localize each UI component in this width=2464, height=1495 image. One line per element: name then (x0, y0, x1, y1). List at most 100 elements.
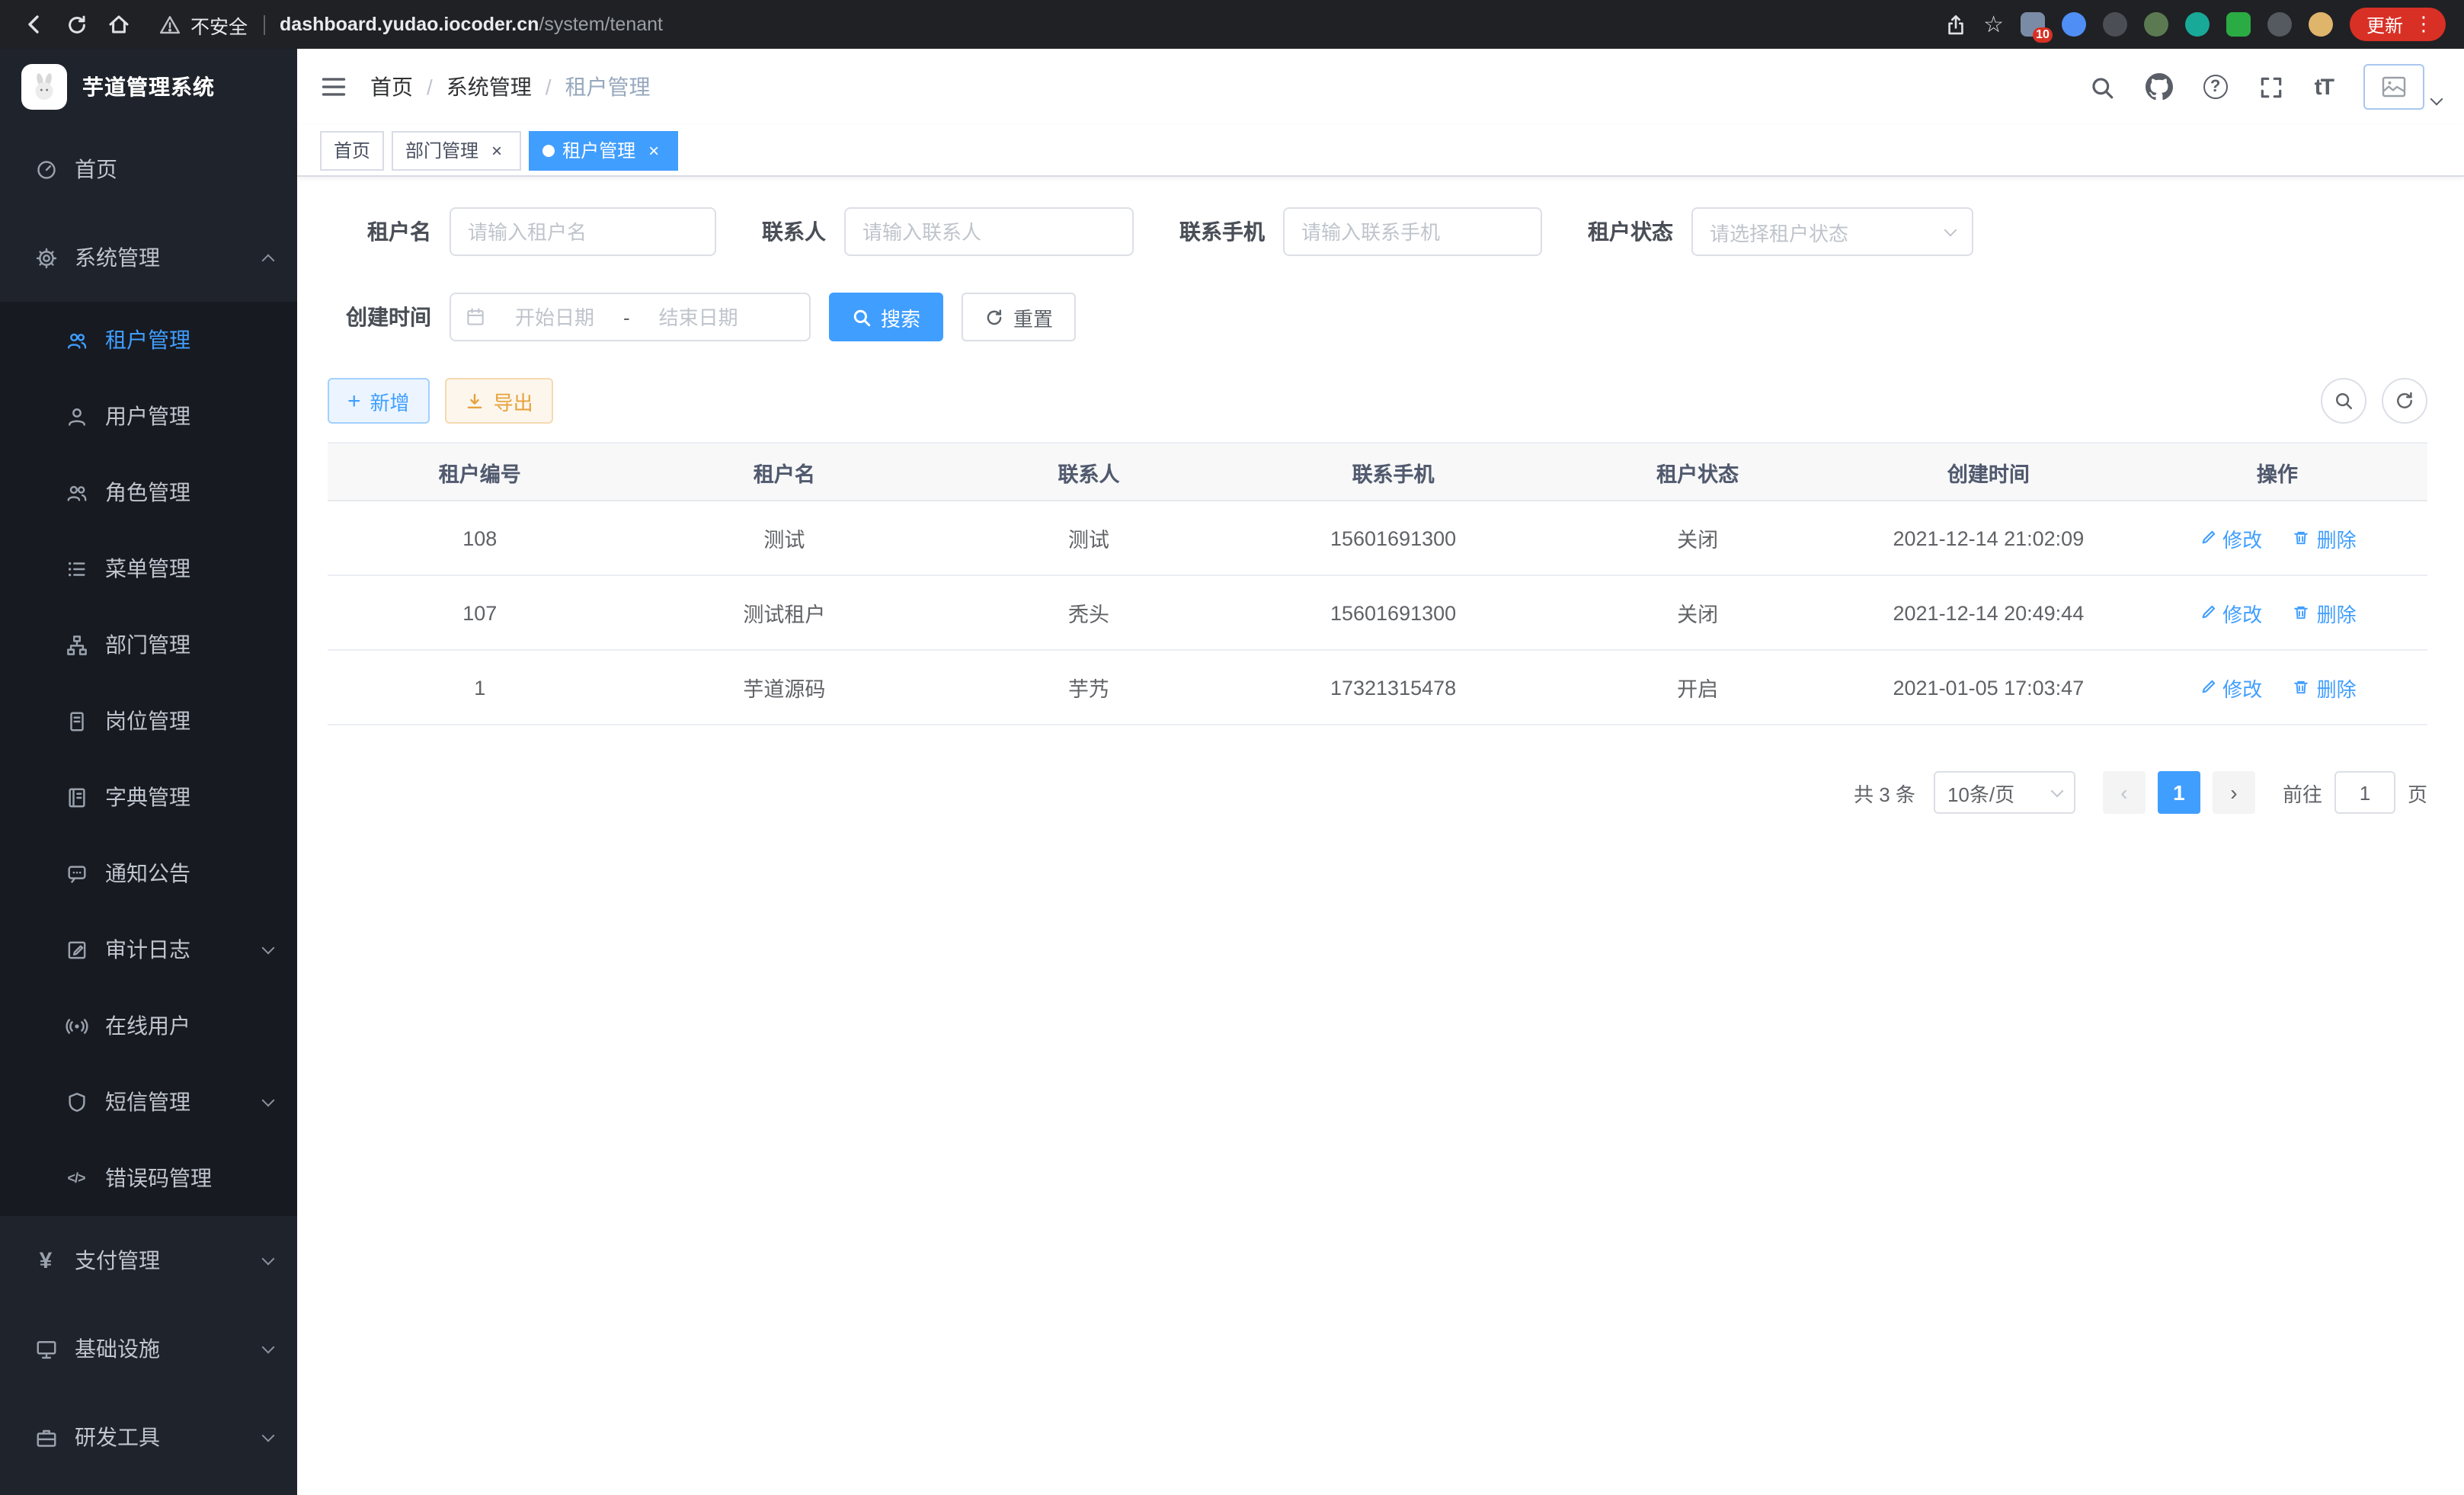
extension-icon[interactable] (2103, 12, 2127, 37)
sidebar-item-home[interactable]: 首页 (0, 125, 297, 213)
next-page-button[interactable]: › (2213, 771, 2255, 814)
address-bar[interactable]: 不安全 dashboard.yudao.iocoder.cn/system/te… (158, 3, 1925, 46)
sidebar-item-tenant-management[interactable]: 租户管理 (0, 302, 297, 378)
pagination-total: 共 3 条 (1854, 778, 1915, 807)
edit-link-label: 修改 (2222, 673, 2262, 702)
col-header-contact: 联系人 (936, 443, 1241, 501)
sidebar-item-label: 错误码管理 (105, 1163, 212, 1193)
sidebar-item-dept-management[interactable]: 部门管理 (0, 607, 297, 683)
browser-update-button[interactable]: 更新 ⋮ (2350, 8, 2446, 41)
close-icon[interactable]: × (486, 139, 507, 161)
page-number-button[interactable]: 1 (2158, 771, 2200, 814)
delete-link-label: 删除 (2317, 673, 2357, 702)
sidebar: 芋道管理系统 首页 系统管理 租户管 (0, 49, 297, 1495)
extension-icon[interactable] (2185, 12, 2210, 37)
delete-link[interactable]: 删除 (2293, 673, 2357, 702)
sidebar-item-user-management[interactable]: 用户管理 (0, 378, 297, 454)
sidebar-collapse-icon[interactable] (320, 73, 347, 101)
breadcrumb-system[interactable]: 系统管理 (446, 72, 532, 102)
goto-page-input[interactable] (2334, 771, 2395, 814)
browser-back-button[interactable] (12, 5, 55, 44)
end-date-input[interactable] (633, 306, 764, 328)
refresh-button[interactable] (2382, 378, 2427, 424)
roles-icon (64, 481, 88, 504)
extension-icon[interactable] (2226, 12, 2251, 37)
fullscreen-icon[interactable] (2258, 74, 2284, 100)
extension-icon[interactable] (2062, 12, 2086, 37)
yen-icon: ¥ (34, 1247, 58, 1273)
toolbar-right (2321, 378, 2427, 424)
sidebar-item-sms-management[interactable]: 短信管理 (0, 1064, 297, 1140)
tenant-name-input[interactable] (450, 207, 716, 256)
create-time-range-picker[interactable]: - (450, 293, 811, 341)
tab-tenant-management[interactable]: 租户管理 × (529, 130, 678, 170)
sidebar-item-audit-log[interactable]: 审计日志 (0, 911, 297, 988)
sidebar-item-role-management[interactable]: 角色管理 (0, 454, 297, 530)
start-date-input[interactable] (489, 306, 620, 328)
sidebar-item-infrastructure[interactable]: 基础设施 (0, 1305, 297, 1393)
delete-link[interactable]: 删除 (2293, 523, 2357, 552)
toggle-search-button[interactable] (2321, 378, 2366, 424)
sidebar-item-dict-management[interactable]: 字典管理 (0, 759, 297, 835)
sidebar-item-post-management[interactable]: 岗位管理 (0, 683, 297, 759)
sidebar-item-dev-tools[interactable]: 研发工具 (0, 1393, 297, 1481)
help-icon[interactable]: ? (2203, 75, 2228, 99)
export-button[interactable]: 导出 (445, 378, 553, 424)
breadcrumb-home[interactable]: 首页 (370, 72, 413, 102)
user-avatar-menu[interactable] (2363, 64, 2441, 110)
edit-link[interactable]: 修改 (2198, 523, 2262, 552)
tab-home[interactable]: 首页 (320, 130, 384, 170)
tenant-table: 租户编号 租户名 联系人 联系手机 租户状态 创建时间 操作 108 测试 (328, 442, 2427, 725)
github-icon[interactable] (2146, 73, 2173, 101)
reset-button[interactable]: 重置 (962, 293, 1076, 341)
profile-avatar-icon[interactable] (2309, 12, 2333, 37)
goto-label: 前往 (2283, 778, 2322, 807)
page-size-select[interactable]: 10条/页 (1934, 771, 2075, 814)
sidebar-logo[interactable]: 芋道管理系统 (0, 49, 297, 125)
url-path: /system/tenant (539, 14, 663, 35)
chevron-down-icon (2050, 784, 2063, 797)
col-header-tenant-name: 租户名 (632, 443, 937, 501)
mobile-input[interactable] (1283, 207, 1542, 256)
add-button[interactable]: + 新增 (328, 378, 430, 424)
cell-actions: 修改 删除 (2127, 501, 2427, 575)
navbar-actions: ? tT (2089, 64, 2441, 110)
extension-icon[interactable] (2144, 12, 2168, 37)
page-unit-label: 页 (2408, 778, 2427, 807)
font-size-icon[interactable]: tT (2315, 74, 2333, 100)
sidebar-item-label: 菜单管理 (105, 553, 190, 584)
sidebar-item-label: 基础设施 (75, 1333, 160, 1364)
tab-dept-management[interactable]: 部门管理 × (392, 130, 521, 170)
caret-down-icon (2432, 99, 2441, 110)
status-select[interactable]: 请选择租户状态 (1691, 207, 1973, 256)
sidebar-item-notice[interactable]: 通知公告 (0, 835, 297, 911)
browser-home-button[interactable] (98, 5, 140, 44)
sidebar-item-system-management[interactable]: 系统管理 (0, 213, 297, 302)
sidebar-item-error-code[interactable]: </> 错误码管理 (0, 1140, 297, 1216)
browser-menu-icon[interactable]: ⋮ (2414, 12, 2434, 37)
browser-reload-button[interactable] (55, 5, 98, 44)
bookmark-star-icon[interactable]: ☆ (1983, 11, 2004, 38)
edit-link[interactable]: 修改 (2198, 673, 2262, 702)
col-header-created: 创建时间 (1850, 443, 2127, 501)
col-header-mobile: 联系手机 (1241, 443, 1546, 501)
contact-input[interactable] (844, 207, 1134, 256)
dashboard-icon (34, 158, 58, 181)
active-dot (542, 144, 555, 156)
close-icon[interactable]: × (643, 139, 664, 161)
search-icon[interactable] (2089, 74, 2115, 100)
extension-icon[interactable]: 10 (2021, 12, 2045, 37)
sidebar-item-menu-management[interactable]: 菜单管理 (0, 530, 297, 607)
tags-view-bar: 首页 部门管理 × 租户管理 × (297, 125, 2464, 177)
status-select-placeholder: 请选择租户状态 (1710, 217, 1848, 246)
sidebar-item-online-users[interactable]: 在线用户 (0, 988, 297, 1064)
search-button[interactable]: 搜索 (829, 293, 943, 341)
share-icon[interactable] (1944, 13, 1966, 36)
sidebar-item-payment-management[interactable]: ¥ 支付管理 (0, 1216, 297, 1305)
edit-link[interactable]: 修改 (2198, 598, 2262, 627)
delete-link[interactable]: 删除 (2293, 598, 2357, 627)
extensions-puzzle-icon[interactable] (2267, 12, 2292, 37)
sidebar-item-label: 短信管理 (105, 1087, 190, 1117)
reset-button-label: 重置 (1013, 303, 1053, 331)
prev-page-button[interactable]: ‹ (2103, 771, 2146, 814)
